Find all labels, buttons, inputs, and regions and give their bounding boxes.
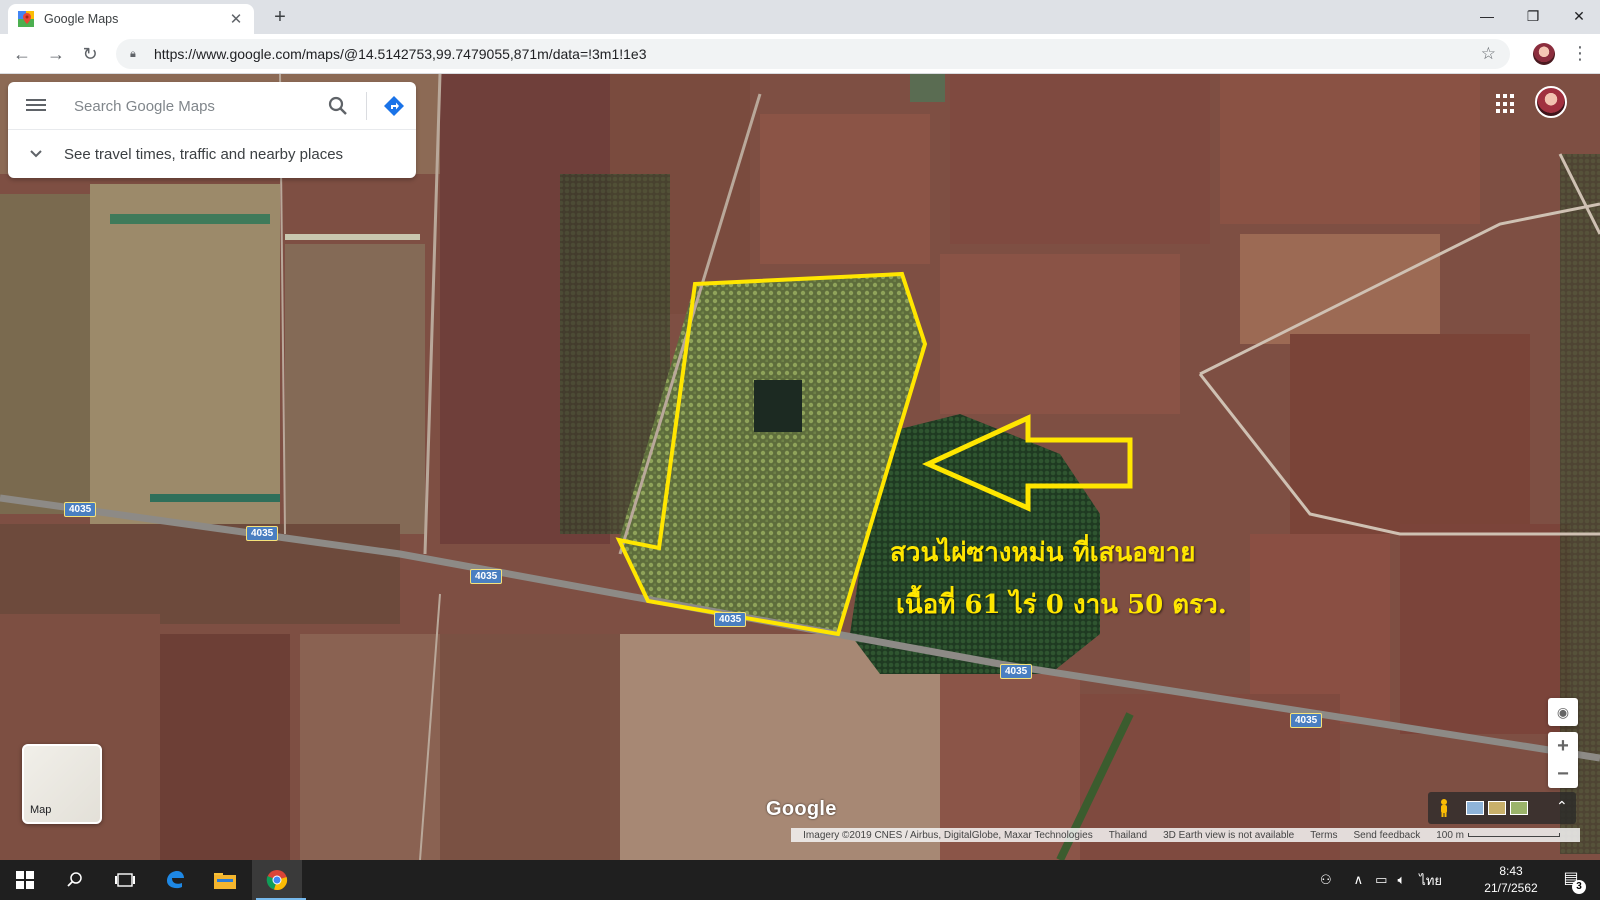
imagery-thumb-2[interactable] <box>1488 801 1506 815</box>
scale-line <box>1468 833 1560 837</box>
road-number-badge: 4035 <box>64 502 97 517</box>
chevron-up-icon[interactable]: ∧ <box>1354 872 1364 888</box>
action-center-icon[interactable]: ▤ 3 <box>1556 868 1586 894</box>
new-tab-button[interactable]: + <box>268 6 292 30</box>
search-input[interactable] <box>74 92 314 120</box>
windows-taskbar: ⚇ ∧ ▭ 🔈︎ ไทย 8:43 21/7/2562 ▤ 3 <box>0 860 1600 900</box>
forward-button[interactable]: → <box>42 40 70 68</box>
road-number-badge: 4035 <box>714 612 747 627</box>
travel-times-row[interactable]: See travel times, traffic and nearby pla… <box>8 130 416 178</box>
google-logo: Google <box>766 798 837 820</box>
tab-title: Google Maps <box>44 12 119 26</box>
tab-strip: Google Maps ✕ + — ❐ ✕ <box>0 0 1600 34</box>
taskbar-search-icon[interactable] <box>50 860 100 900</box>
minimize-button[interactable]: — <box>1464 0 1510 34</box>
scale-bar[interactable]: 100 m <box>1436 830 1568 841</box>
scale-label: 100 m <box>1436 829 1464 841</box>
hamburger-icon[interactable] <box>26 96 46 116</box>
annotation-line-1: สวนไผ่ซางหม่น ที่เสนอขาย <box>890 538 1196 568</box>
my-location-icon[interactable]: ◉ <box>1548 698 1578 726</box>
travel-prompt-text: See travel times, traffic and nearby pla… <box>64 145 344 163</box>
zoom-out-icon[interactable]: − <box>1548 760 1578 788</box>
footer-strip: Imagery ©2019 CNES / Airbus, DigitalGlob… <box>791 828 1580 842</box>
search-row <box>8 82 416 130</box>
country-label[interactable]: Thailand <box>1109 830 1147 841</box>
road-number-badge: 4035 <box>1000 664 1033 679</box>
task-view-icon[interactable] <box>100 860 150 900</box>
imagery-credit: Imagery ©2019 CNES / Airbus, DigitalGlob… <box>803 829 1093 841</box>
volume-icon[interactable]: 🔈︎ <box>1397 872 1405 888</box>
google-maps-favicon-icon <box>18 11 34 27</box>
people-icon[interactable]: ⚇ <box>1320 872 1332 888</box>
reload-button[interactable]: ↻ <box>76 40 104 68</box>
terms-link[interactable]: Terms <box>1310 830 1337 841</box>
zoom-in-icon[interactable]: + <box>1548 732 1578 760</box>
close-window-button[interactable]: ✕ <box>1556 0 1600 34</box>
tab-google-maps[interactable]: Google Maps ✕ <box>8 4 254 34</box>
road-number-badge: 4035 <box>470 569 503 584</box>
annotation-overlay <box>615 271 1133 637</box>
imagery-controls: ⌃ <box>1428 792 1576 824</box>
road-number-badge: 4035 <box>246 526 279 541</box>
imagery-thumb-3[interactable] <box>1510 801 1528 815</box>
file-explorer-icon[interactable] <box>200 860 250 900</box>
road-number-badge: 4035 <box>1290 713 1323 728</box>
earth-view-note: 3D Earth view is not available <box>1163 829 1295 841</box>
directions-icon[interactable] <box>382 94 406 118</box>
address-bar[interactable]: 🔒︎ https://www.google.com/maps/@14.51427… <box>116 39 1510 69</box>
restore-button[interactable]: ❐ <box>1510 0 1556 34</box>
map-footer: Imagery ©2019 CNES / Airbus, DigitalGlob… <box>0 828 1600 842</box>
system-tray: ⚇ ∧ ▭ 🔈︎ ไทย <box>1320 860 1442 900</box>
divider <box>366 92 367 120</box>
taskbar-clock[interactable]: 8:43 21/7/2562 <box>1476 863 1546 897</box>
bookmark-star-icon[interactable]: ☆ <box>1481 44 1496 64</box>
chrome-menu-icon[interactable]: ⋮ <box>1570 40 1590 68</box>
chevron-down-icon[interactable] <box>8 146 64 162</box>
edge-icon[interactable] <box>150 860 200 900</box>
chrome-profile-avatar[interactable] <box>1533 43 1555 65</box>
search-icon[interactable] <box>326 94 350 118</box>
zoom-control: + − <box>1548 732 1578 788</box>
back-button[interactable]: ← <box>8 40 36 68</box>
clock-date: 21/7/2562 <box>1484 881 1538 895</box>
windows-start-icon[interactable] <box>0 860 50 900</box>
close-tab-icon[interactable]: ✕ <box>228 10 244 28</box>
annotation-line-2: เนื้อที่ 61 ไร่ 0 งาน 50 ตรว. <box>896 590 1227 620</box>
account-avatar[interactable] <box>1535 86 1567 118</box>
network-icon[interactable]: ▭ <box>1375 872 1387 888</box>
url-text: https://www.google.com/maps/@14.5142753,… <box>154 46 647 62</box>
imagery-thumb-1[interactable] <box>1466 801 1484 815</box>
chrome-icon[interactable] <box>252 860 302 900</box>
chevron-up-icon[interactable]: ⌃ <box>1556 798 1568 815</box>
apps-grid-icon[interactable] <box>1496 94 1516 114</box>
pegman-icon[interactable] <box>1438 798 1450 818</box>
send-feedback-link[interactable]: Send feedback <box>1353 830 1420 841</box>
maps-search-panel: See travel times, traffic and nearby pla… <box>8 82 416 178</box>
lock-icon: 🔒︎ <box>130 47 136 60</box>
notification-count: 3 <box>1572 880 1586 894</box>
pointer-arrow <box>921 414 1133 512</box>
property-boundary <box>615 271 928 637</box>
map-layer-toggle[interactable]: Map <box>22 744 102 824</box>
input-language[interactable]: ไทย <box>1419 870 1442 891</box>
clock-time: 8:43 <box>1499 864 1523 878</box>
satellite-map[interactable]: See travel times, traffic and nearby pla… <box>0 74 1600 860</box>
layer-label: Map <box>30 804 52 816</box>
browser-toolbar: ← → ↻ 🔒︎ https://www.google.com/maps/@14… <box>0 34 1600 74</box>
